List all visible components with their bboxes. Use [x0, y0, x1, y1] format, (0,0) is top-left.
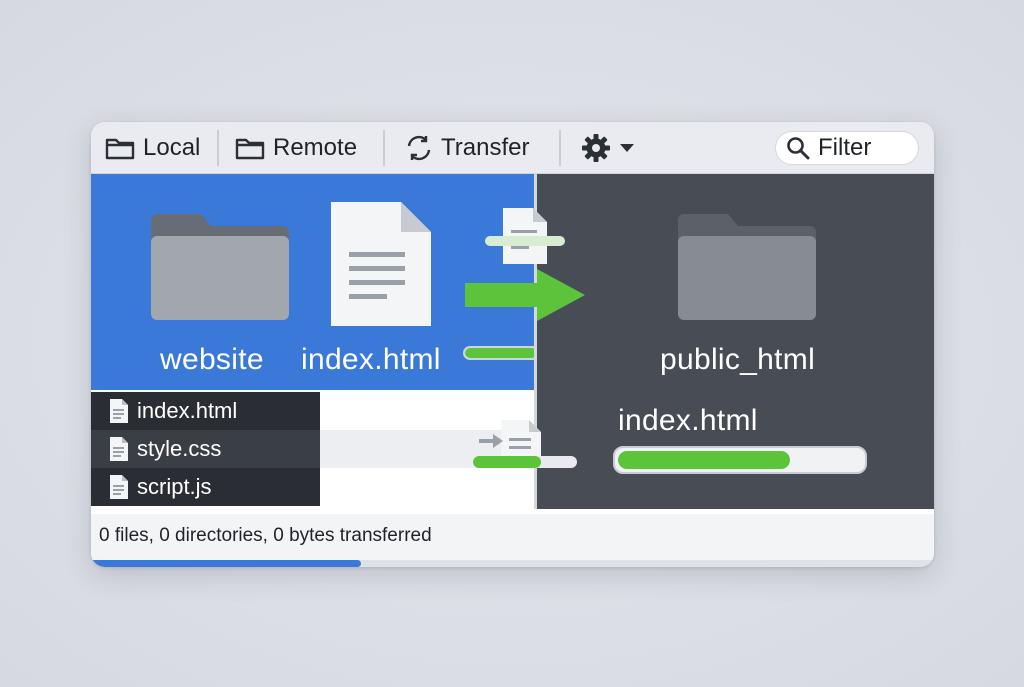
ftp-client-window: Local Remote Transfer Filter website ind…: [91, 122, 934, 567]
transfer-label: Transfer: [441, 134, 530, 161]
file-name: index.html: [137, 398, 238, 423]
transfer-icon: [407, 135, 431, 161]
local-file-name: index.html: [301, 343, 441, 376]
remote-folder-item[interactable]: [676, 212, 818, 320]
remote-label: Remote: [273, 134, 358, 161]
remote-transfer-progress: [613, 446, 867, 474]
folder-icon: [235, 138, 265, 160]
folder-icon: [678, 214, 816, 320]
status-progress-fill: [91, 560, 361, 567]
transfer-mini-bar: [485, 236, 565, 246]
local-label: Local: [143, 134, 201, 161]
local-folder-item[interactable]: [149, 212, 291, 320]
list-item[interactable]: index.html: [91, 392, 320, 430]
queued-arrow-icon: [479, 434, 503, 453]
local-file-list: index.html style.css script.js: [91, 390, 534, 509]
remote-transfer-file-name: index.html: [618, 404, 758, 437]
document-icon: [331, 202, 431, 326]
transfer-arrow: [465, 268, 589, 322]
toolbar-separator: [383, 130, 385, 166]
list-item[interactable]: style.css: [91, 430, 320, 468]
settings-menu-button[interactable]: [581, 130, 635, 166]
remote-transfer-progress-fill: [618, 451, 790, 469]
status-progress: [91, 560, 934, 567]
chevron-down-icon: [620, 144, 634, 152]
filter-input[interactable]: Filter: [775, 131, 919, 165]
arrow-right-icon: [465, 269, 585, 321]
search-icon: [787, 137, 810, 160]
file-name: style.css: [137, 436, 222, 461]
transfer-button[interactable]: Transfer: [405, 130, 529, 166]
local-upload-progress-fill: [465, 348, 537, 358]
filter-label: Filter: [818, 134, 872, 161]
file-icon: [110, 437, 128, 461]
file-icon: [110, 475, 128, 499]
gear-icon: [582, 134, 610, 162]
file-icon: [110, 399, 128, 423]
file-name: script.js: [137, 474, 212, 499]
remote-pane: public_html index.html: [536, 174, 934, 509]
status-text: 0 files, 0 directories, 0 bytes transfer…: [99, 525, 432, 546]
folder-icon: [151, 214, 289, 320]
folder-icon: [105, 138, 135, 160]
list-item[interactable]: script.js: [91, 468, 320, 506]
queued-transfer-bar: [473, 456, 577, 468]
remote-button[interactable]: Remote: [235, 130, 357, 166]
remote-folder-name: public_html: [660, 343, 816, 376]
toolbar-separator: [559, 130, 561, 166]
toolbar: Local Remote Transfer Filter: [91, 122, 934, 174]
queued-transfer-bar-fill: [473, 456, 541, 468]
local-button[interactable]: Local: [105, 130, 200, 166]
local-folder-name: website: [160, 343, 264, 376]
toolbar-separator: [217, 130, 219, 166]
local-file-item[interactable]: [329, 200, 433, 328]
